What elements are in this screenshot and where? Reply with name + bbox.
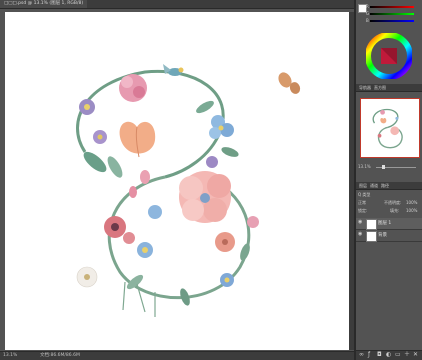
tab-histogram[interactable]: 直方图 [374, 84, 386, 91]
new-group-icon[interactable]: ▭ [395, 352, 401, 358]
hummingbird [163, 64, 184, 76]
document-area: □□□.psd @ 13.1% (图层 1, RGB/8) 13.1% 文档:8… [0, 0, 354, 360]
delete-layer-icon[interactable]: ✕ [413, 352, 419, 358]
leaf [240, 243, 250, 261]
navigator-zoom-handle[interactable] [382, 165, 385, 169]
visibility-eye-icon[interactable]: ◉ [358, 232, 363, 237]
peach-tulip [119, 121, 156, 158]
layer-kind-filter[interactable]: Q 类型 [358, 192, 370, 197]
blue-flower-cluster [137, 205, 162, 258]
layers-bottom-toolbar: ∞ ƒ ◘ ◐ ▭ ＋ ✕ [356, 350, 422, 360]
layer-filter-row: Q 类型 [358, 191, 420, 198]
fill-value[interactable]: 100% [406, 207, 417, 214]
blue-small-flower [220, 273, 234, 287]
visibility-eye-icon[interactable]: ◉ [358, 220, 363, 225]
large-pink-flower [179, 171, 231, 223]
document-tab-label: □□□.psd @ 13.1% (图层 1, RGB/8) [4, 1, 84, 6]
layer-name: 背景 [378, 233, 387, 238]
butterfly [278, 72, 301, 94]
color-wheel[interactable] [366, 33, 412, 79]
layer-thumbnail [366, 231, 377, 242]
navigator-zoom-value[interactable]: 13.1% [358, 164, 371, 170]
layer-name: 图层 1 [378, 221, 392, 226]
navigator-zoom-row: 13.1% [358, 164, 420, 170]
blue-slider[interactable] [370, 20, 414, 22]
layers-panel: 图层 通道 路径 Q 类型 正常 不透明度: 100% 锁定: 填充: 100%… [356, 182, 422, 360]
opacity-label: 不透明度: [384, 200, 402, 205]
color-panel: R G B [356, 0, 422, 84]
white-flower [76, 266, 98, 288]
right-panels: R G B 导航器 直方图 13.1% 图层 通道 路径 Q 类型 正常 不透明… [356, 0, 422, 360]
tab-paths[interactable]: 路径 [381, 182, 389, 189]
slider-label-r: R [366, 4, 369, 9]
canvas[interactable] [5, 12, 349, 350]
document-tab[interactable]: □□□.psd @ 13.1% (图层 1, RGB/8) [0, 0, 88, 8]
blend-row: 正常 不透明度: 100% [358, 199, 420, 206]
leaf [221, 147, 239, 157]
leaf [196, 100, 214, 114]
tab-navigator[interactable]: 导航器 [359, 84, 371, 91]
layer-row[interactable]: ◉ 背景 [356, 230, 422, 242]
floral-artwork [76, 64, 301, 317]
navigator-header: 导航器 直方图 [356, 84, 422, 92]
navigator-panel: 导航器 直方图 13.1% [356, 84, 422, 180]
lock-label: 锁定: [358, 208, 368, 213]
navigator-preview-image [372, 108, 403, 149]
slider-label-g: G [366, 11, 370, 16]
small-purple-flower [206, 156, 218, 168]
layer-row[interactable]: ◉ 图层 1 [356, 218, 422, 230]
pink-hydrangea [119, 74, 147, 102]
blend-mode-select[interactable]: 正常 [358, 200, 366, 205]
red-slider[interactable] [370, 6, 414, 8]
zoom-level[interactable]: 13.1% [3, 352, 17, 360]
purple-flower [79, 99, 107, 144]
opacity-value[interactable]: 100% [406, 199, 417, 206]
document-tab-bar: □□□.psd @ 13.1% (图层 1, RGB/8) [0, 0, 354, 9]
link-layers-icon[interactable]: ∞ [359, 352, 365, 358]
leaf [83, 151, 107, 173]
lock-row: 锁定: 填充: 100% [358, 207, 420, 214]
leaf [107, 156, 123, 178]
green-slider[interactable] [370, 13, 414, 15]
layers-header: 图层 通道 路径 [356, 182, 422, 190]
fill-label: 填充: [390, 208, 400, 213]
new-layer-icon[interactable]: ＋ [404, 352, 410, 358]
add-mask-icon[interactable]: ◘ [377, 352, 383, 358]
coral-flower [215, 216, 259, 252]
fx-icon[interactable]: ƒ [368, 352, 374, 358]
adjustment-layer-icon[interactable]: ◐ [386, 352, 392, 358]
document-size: 文档:86.6M/86.6M [40, 353, 80, 358]
slider-label-b: B [366, 18, 369, 23]
status-bar: 13.1% 文档:86.6M/86.6M [0, 351, 354, 360]
layer-thumbnail [366, 219, 377, 230]
tab-layers[interactable]: 图层 [359, 182, 367, 189]
navigator-thumbnail[interactable] [360, 98, 420, 158]
blue-flower [209, 115, 234, 139]
tab-channels[interactable]: 通道 [370, 182, 378, 189]
